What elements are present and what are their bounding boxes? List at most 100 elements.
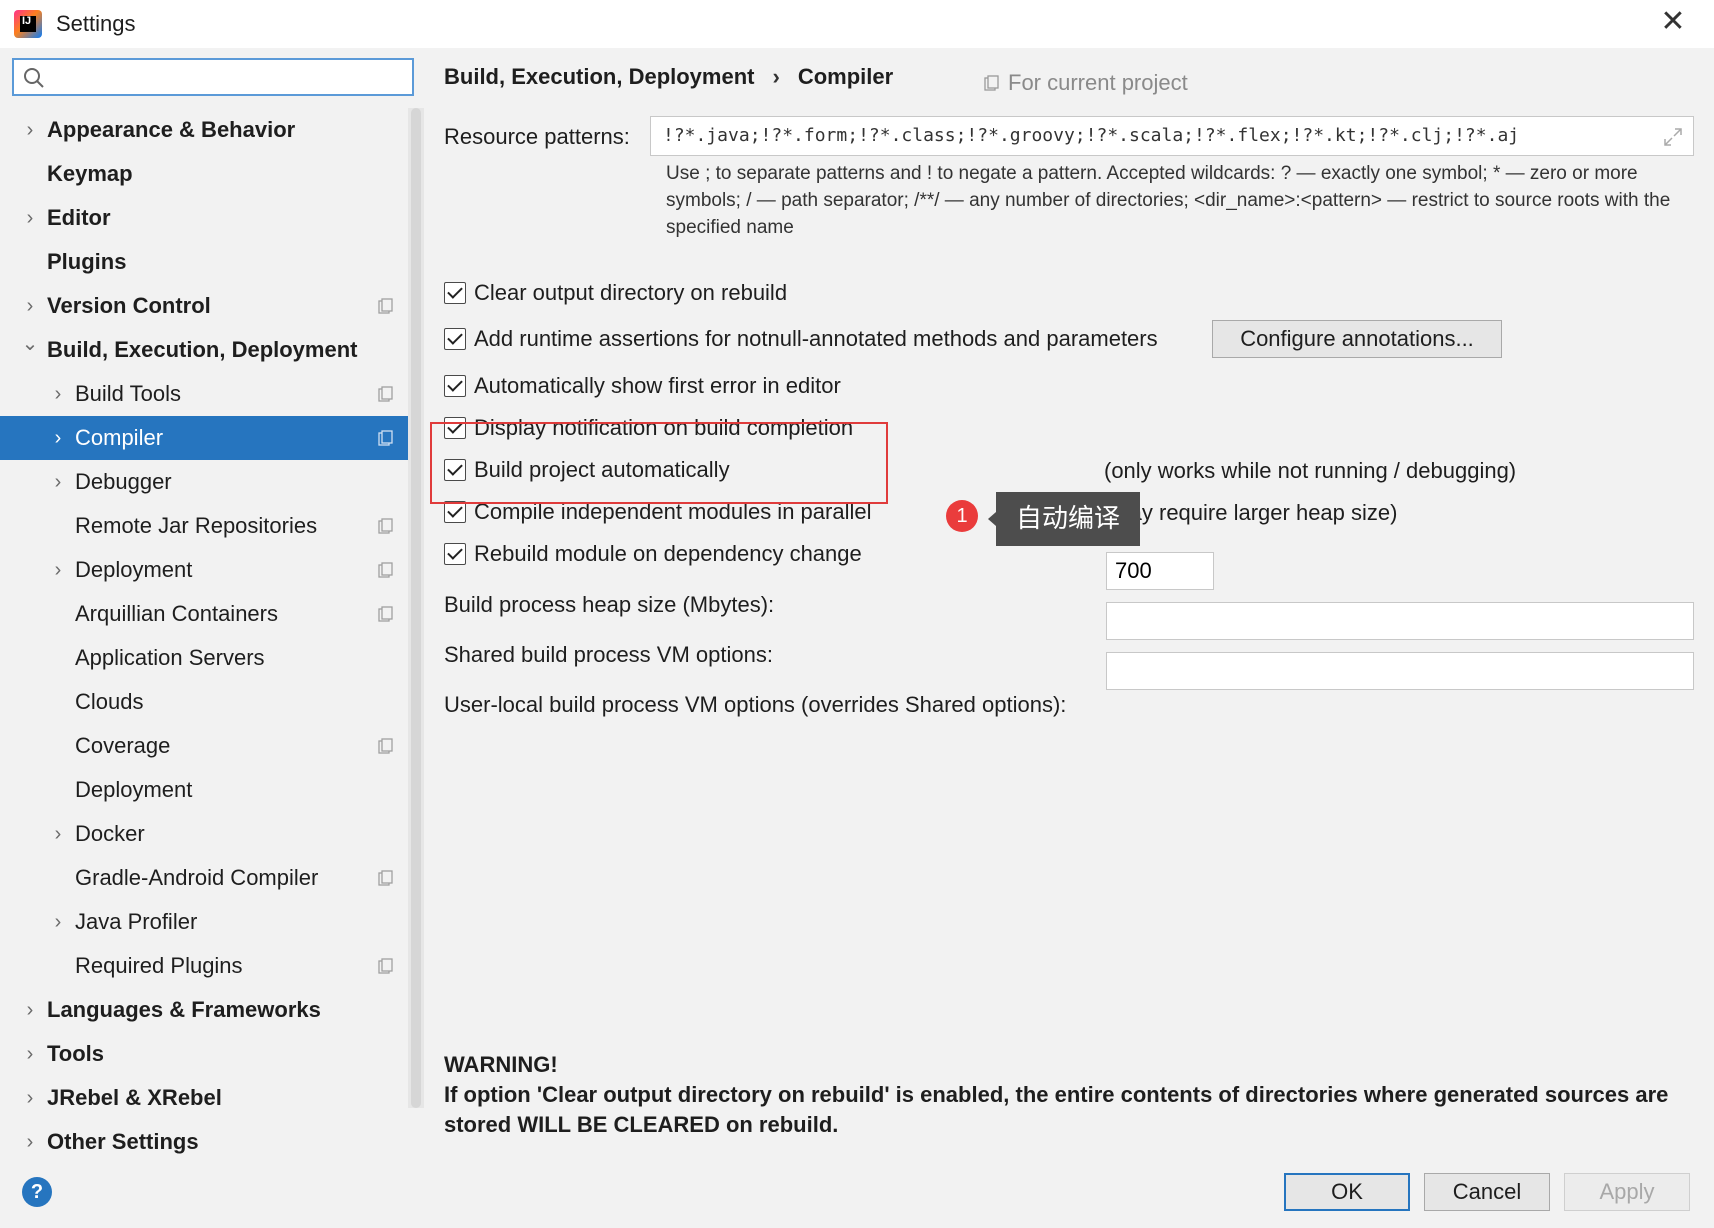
shared-vm-options-input[interactable]: [1106, 602, 1694, 640]
close-icon[interactable]: ✕: [1658, 7, 1688, 38]
help-icon[interactable]: ?: [22, 1177, 52, 1207]
project-scope-icon: [378, 562, 393, 578]
tree-item-coverage[interactable]: Coverage: [0, 724, 408, 768]
resource-patterns-value: !?*.java;!?*.form;!?*.class;!?*.groovy;!…: [663, 125, 1520, 146]
apply-button[interactable]: Apply: [1564, 1173, 1690, 1211]
tree-item-label: Plugins: [47, 249, 127, 274]
resource-patterns-label: Resource patterns:: [444, 124, 630, 149]
rebuild-on-dependency-checkbox[interactable]: [444, 543, 466, 565]
tree-item-docker[interactable]: › Docker: [0, 812, 408, 856]
annotation-tooltip: 自动编译: [988, 492, 1140, 546]
chevron-right-icon[interactable]: ›: [20, 296, 40, 316]
breadcrumb-current: Compiler: [797, 64, 894, 89]
chevron-right-icon[interactable]: ›: [48, 912, 68, 932]
tree-item-remote-jar-repositories[interactable]: Remote Jar Repositories: [0, 504, 408, 548]
highlight-box: [430, 422, 888, 504]
chevron-right-icon[interactable]: ›: [20, 1044, 40, 1064]
chevron-down-icon[interactable]: ⌄: [20, 334, 40, 354]
heap-size-label: Build process heap size (Mbytes):: [444, 592, 775, 617]
configure-annotations-button[interactable]: Configure annotations...: [1212, 320, 1502, 358]
tree-item-label: Build Tools: [75, 381, 181, 406]
local-vm-options-label: User-local build process VM options (ove…: [444, 692, 1067, 717]
tree-item-build-tools[interactable]: › Build Tools: [0, 372, 408, 416]
chevron-right-icon[interactable]: ›: [48, 560, 68, 580]
tree-item-label: JRebel & XRebel: [47, 1085, 222, 1110]
tree-item-gradle-android-compiler[interactable]: Gradle-Android Compiler: [0, 856, 408, 900]
chevron-right-icon[interactable]: ›: [48, 384, 68, 404]
chevron-right-icon[interactable]: ›: [20, 1088, 40, 1108]
search-input[interactable]: [54, 62, 404, 92]
expand-icon[interactable]: [1663, 127, 1683, 147]
project-scope-icon: [378, 958, 393, 974]
tree-item-appearance-behavior[interactable]: › Appearance & Behavior: [0, 108, 408, 152]
tree-item-label: Gradle-Android Compiler: [75, 865, 319, 890]
tree-item-label: Editor: [47, 205, 111, 230]
tree-item-debugger[interactable]: › Debugger: [0, 460, 408, 504]
resource-patterns-input[interactable]: !?*.java;!?*.form;!?*.class;!?*.groovy;!…: [650, 116, 1694, 156]
compile-parallel-checkbox[interactable]: [444, 501, 466, 523]
tree-item-jrebel-xrebel[interactable]: › JRebel & XRebel: [0, 1076, 408, 1120]
chevron-right-icon[interactable]: ›: [20, 120, 40, 140]
tree-item-required-plugins[interactable]: Required Plugins: [0, 944, 408, 988]
clear-output-option[interactable]: Clear output directory on rebuild: [444, 276, 787, 310]
dialog-button-bar: ? OK Cancel Apply: [0, 1155, 1714, 1228]
tree-item-editor[interactable]: › Editor: [0, 196, 408, 240]
search-field[interactable]: [12, 58, 414, 96]
tree-item-deployment[interactable]: Deployment: [0, 768, 408, 812]
sidebar-scrollbar[interactable]: [408, 108, 424, 1108]
tree-item-label: Debugger: [75, 469, 172, 494]
breadcrumb-separator: ›: [772, 64, 780, 89]
tree-item-label: Java Profiler: [75, 909, 198, 934]
tree-item-arquillian-containers[interactable]: Arquillian Containers: [0, 592, 408, 636]
compile-parallel-note: (may require larger heap size): [1104, 500, 1398, 525]
tree-item-plugins[interactable]: Plugins: [0, 240, 408, 284]
tree-item-label: Languages & Frameworks: [47, 997, 321, 1022]
window-title: Settings: [56, 11, 136, 36]
tree-item-label: Clouds: [75, 689, 144, 714]
clear-output-checkbox[interactable]: [444, 282, 466, 304]
tree-item-label: Remote Jar Repositories: [75, 513, 318, 538]
breadcrumb-parent[interactable]: Build, Execution, Deployment: [444, 64, 754, 90]
rebuild-on-dependency-label: Rebuild module on dependency change: [474, 541, 862, 566]
tree-item-keymap[interactable]: Keymap: [0, 152, 408, 196]
tree-item-compiler[interactable]: › Compiler: [0, 416, 408, 460]
shared-vm-options-label: Shared build process VM options:: [444, 642, 773, 667]
warning-text: If option 'Clear output directory on reb…: [444, 1082, 1669, 1137]
project-scope-icon: [378, 738, 393, 754]
runtime-assertions-checkbox[interactable]: [444, 328, 466, 350]
tree-item-tools[interactable]: › Tools: [0, 1032, 408, 1076]
tree-item-languages-frameworks[interactable]: › Languages & Frameworks: [0, 988, 408, 1032]
show-first-error-option[interactable]: Automatically show first error in editor: [444, 369, 841, 403]
tree-item-clouds[interactable]: Clouds: [0, 680, 408, 724]
tree-item-deployment[interactable]: › Deployment: [0, 548, 408, 592]
local-vm-options-input[interactable]: [1106, 652, 1694, 690]
settings-tree: › Appearance & Behavior Keymap › Editor Plugi…: [0, 108, 408, 1164]
chevron-right-icon[interactable]: ›: [20, 1132, 40, 1152]
cancel-button[interactable]: Cancel: [1424, 1173, 1550, 1211]
chevron-right-icon[interactable]: ›: [48, 824, 68, 844]
chevron-right-icon[interactable]: ›: [48, 428, 68, 448]
annotation-badge: 1: [946, 500, 978, 532]
chevron-right-icon[interactable]: ›: [48, 472, 68, 492]
project-scope-icon: [378, 606, 393, 622]
tree-item-label: Deployment: [75, 557, 193, 582]
ok-button[interactable]: OK: [1284, 1173, 1410, 1211]
runtime-assertions-option[interactable]: Add runtime assertions for notnull-annot…: [444, 322, 1158, 356]
tree-item-version-control[interactable]: › Version Control: [0, 284, 408, 328]
rebuild-on-dependency-option[interactable]: Rebuild module on dependency change: [444, 537, 862, 571]
project-scope-icon: [378, 870, 393, 886]
tree-item-label: Application Servers: [75, 645, 265, 670]
chevron-right-icon[interactable]: ›: [20, 208, 40, 228]
tree-item-label: Other Settings: [47, 1129, 199, 1154]
show-first-error-checkbox[interactable]: [444, 375, 466, 397]
project-scope-icon: [378, 386, 393, 402]
for-current-project: For current project: [984, 70, 1188, 96]
tree-item-build-execution-deployment[interactable]: ⌄ Build, Execution, Deployment: [0, 328, 408, 372]
tree-item-label: Appearance & Behavior: [47, 117, 296, 142]
tree-item-label: Coverage: [75, 733, 171, 758]
tree-item-java-profiler[interactable]: › Java Profiler: [0, 900, 408, 944]
heap-size-input[interactable]: [1106, 552, 1214, 590]
sidebar-scrollbar-thumb[interactable]: [411, 108, 421, 1108]
tree-item-application-servers[interactable]: Application Servers: [0, 636, 408, 680]
chevron-right-icon[interactable]: ›: [20, 1000, 40, 1020]
